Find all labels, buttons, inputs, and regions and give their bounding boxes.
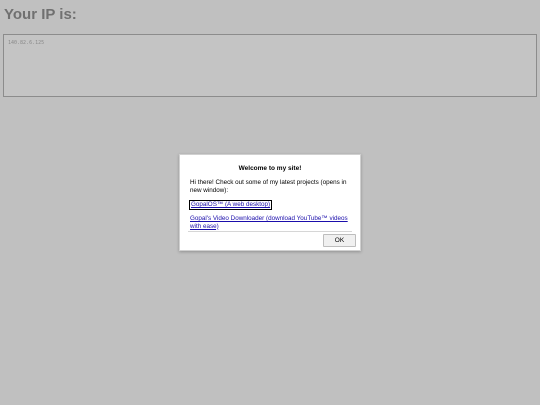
ip-address-text: 140.82.6.125: [8, 40, 45, 46]
page: Your IP is: 140.82.6.125 Welcome to my s…: [0, 0, 540, 405]
page-title: Your IP is:: [4, 6, 77, 23]
dialog-divider: [188, 231, 352, 232]
dialog-title: Welcome to my site!: [238, 165, 302, 172]
dialog-message: Hi there! Check out some of my latest pr…: [190, 179, 347, 194]
ok-button[interactable]: OK: [323, 234, 356, 247]
gopalos-link[interactable]: GopalOS™ (A web desktop): [188, 200, 273, 210]
video-downloader-link[interactable]: Gopal's Video Downloader (download YouTu…: [190, 215, 350, 230]
ip-display-box[interactable]: 140.82.6.125: [3, 34, 537, 97]
